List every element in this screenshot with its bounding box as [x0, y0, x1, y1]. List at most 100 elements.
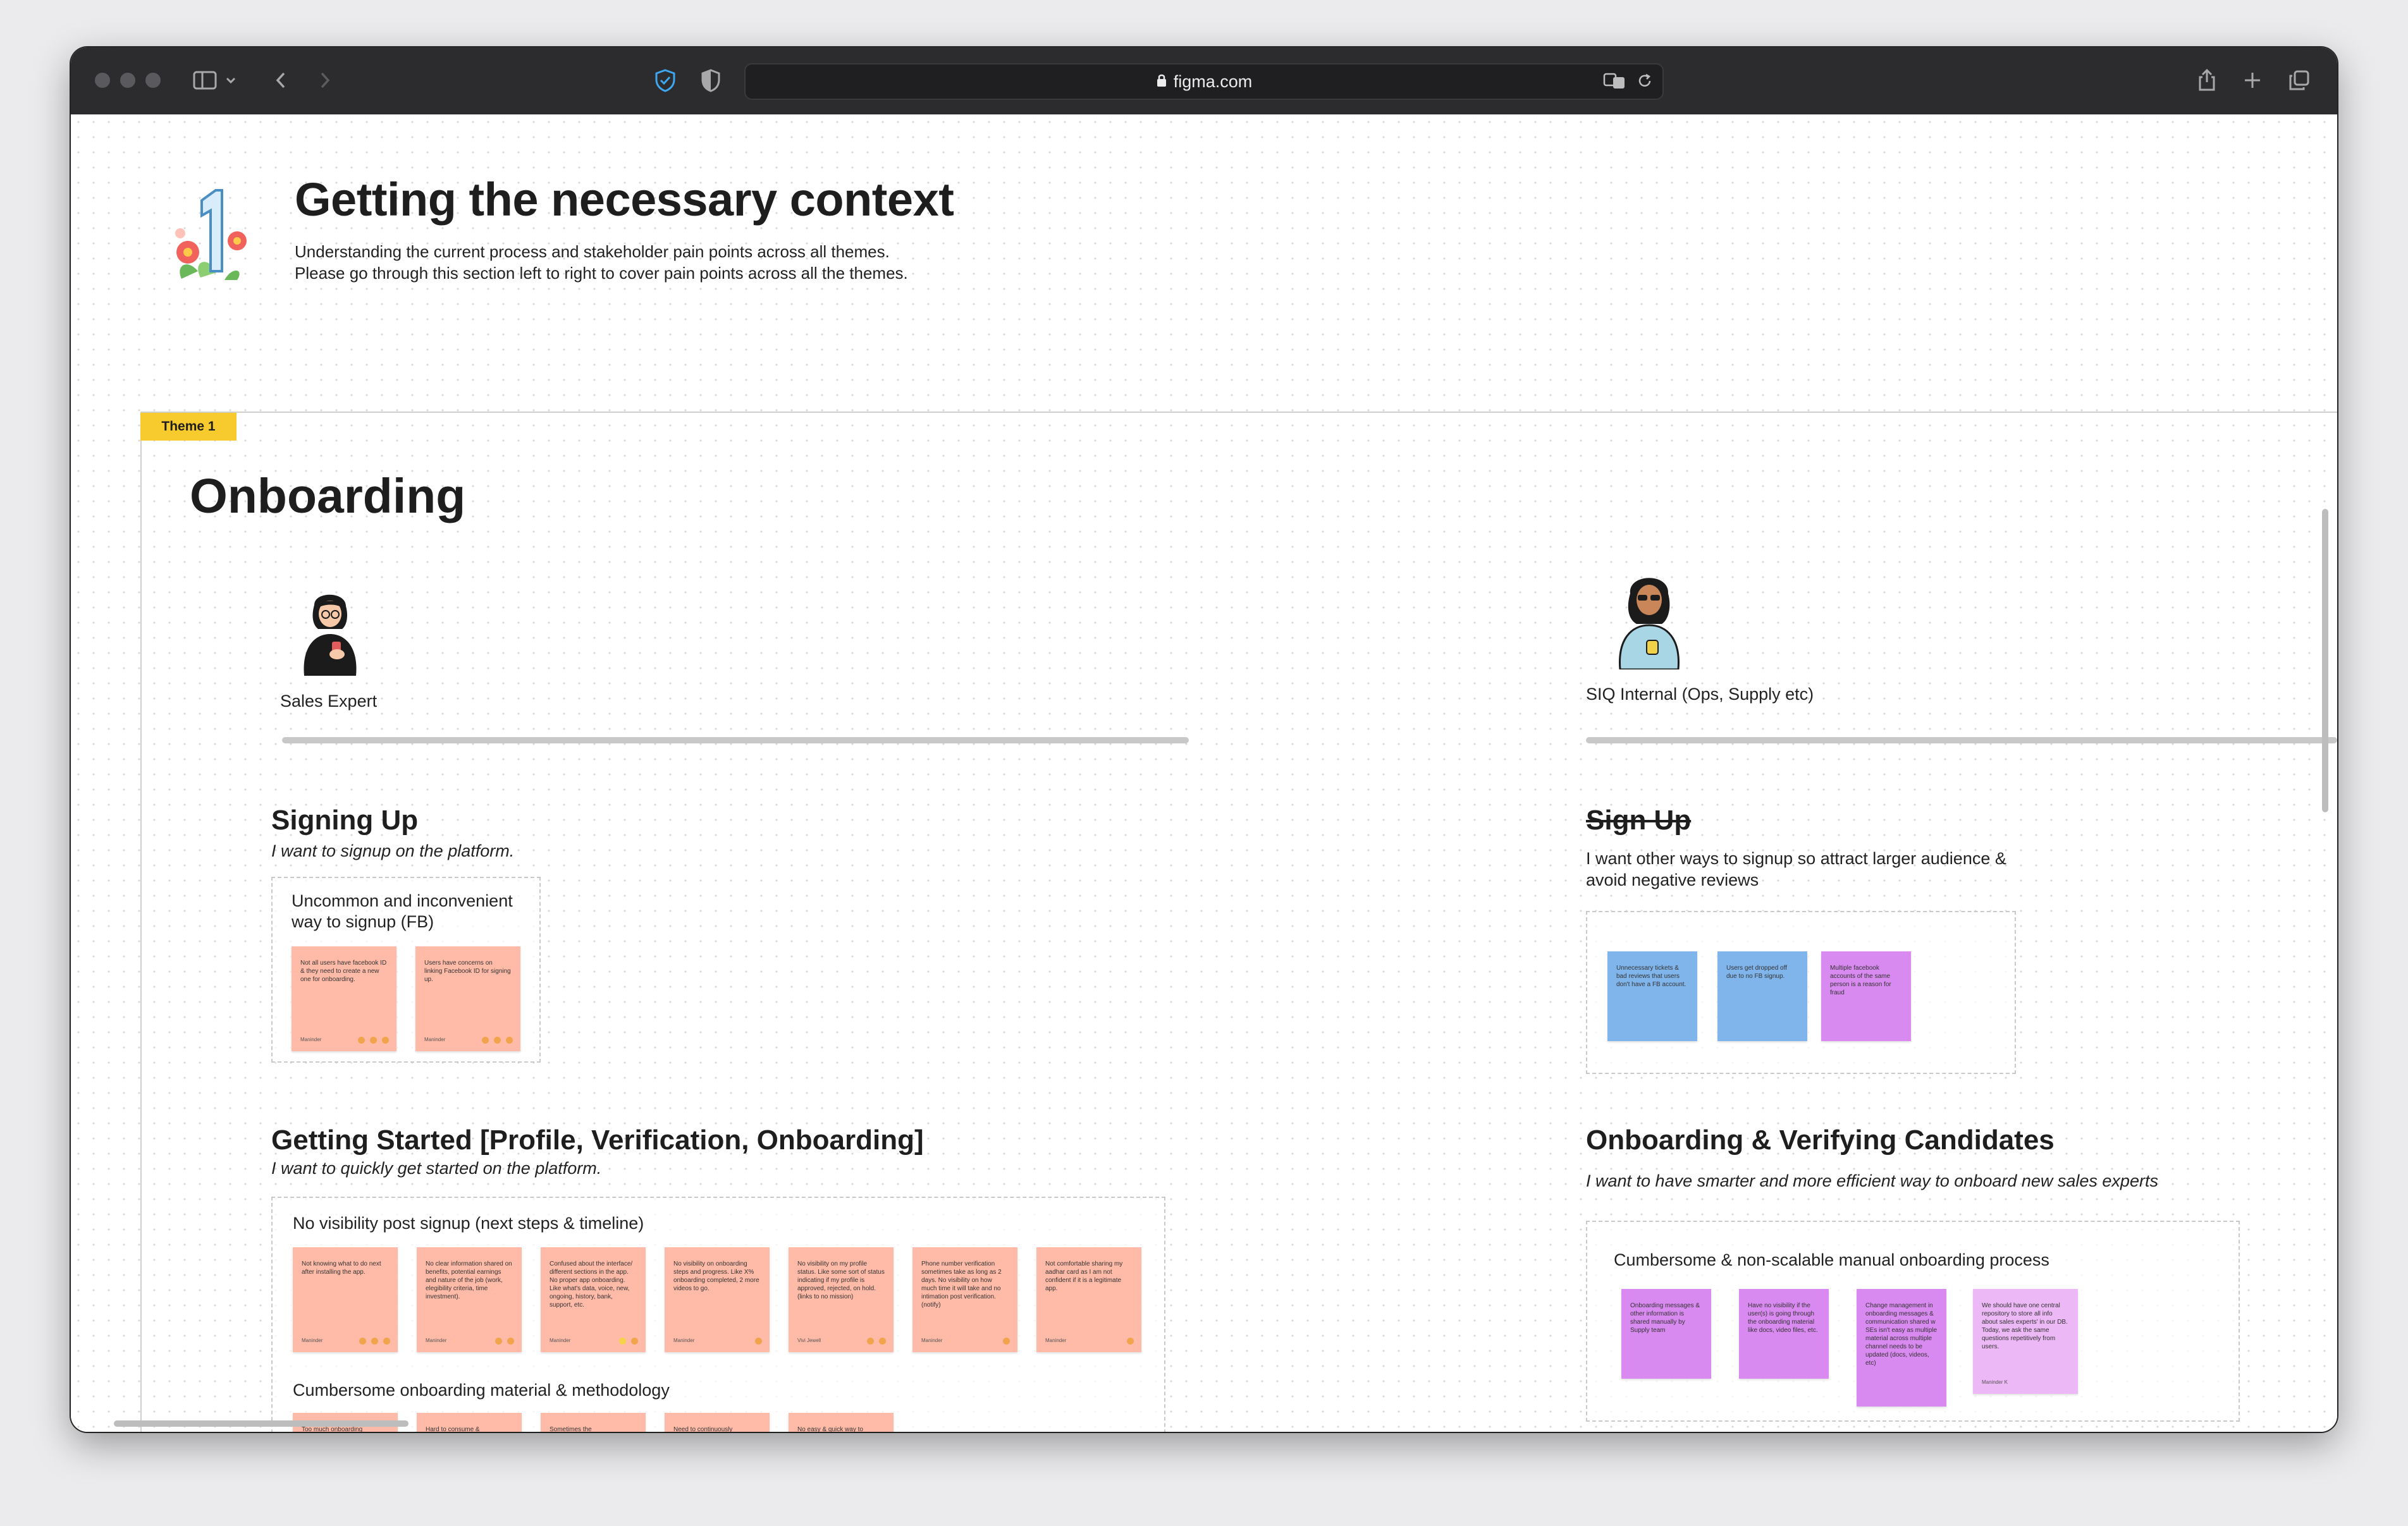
sticky-note-text: Sometimes the	[550, 1426, 592, 1432]
share-icon[interactable]	[2193, 66, 2221, 94]
sticky-note-text: Need to continuously	[673, 1426, 733, 1432]
tab-overview-icon[interactable]	[2285, 66, 2313, 94]
sticky-note[interactable]: Change management in onboarding messages…	[1857, 1289, 1946, 1407]
sticky-note[interactable]: Not comfortable sharing my aadhar card a…	[1036, 1247, 1141, 1352]
page-description-line-2: Please go through this section left to r…	[295, 264, 908, 283]
cluster-title: Cumbersome onboarding material & methodo…	[293, 1381, 670, 1400]
persona-label-siq-internal: SIQ Internal (Ops, Supply etc)	[1586, 685, 1814, 704]
sticky-note-text: Phone number verification sometimes take…	[921, 1260, 1002, 1309]
sticky-note[interactable]: Onboarding messages & other information …	[1621, 1289, 1711, 1379]
sticky-note[interactable]: Multiple facebook accounts of the same p…	[1821, 951, 1911, 1041]
reaction-dots	[755, 1338, 762, 1345]
minimize-window-button[interactable]	[120, 73, 135, 88]
sticky-note[interactable]: Sometimes the	[541, 1413, 646, 1432]
sticky-note[interactable]: Hard to consume &	[417, 1413, 522, 1432]
signing-up-subtitle: I want to signup on the platform.	[271, 841, 515, 860]
sticky-note-text: Not comfortable sharing my aadhar card a…	[1045, 1260, 1123, 1292]
sticky-note-text: Unnecessary tickets & bad reviews that u…	[1616, 965, 1686, 988]
sticky-note[interactable]: Users have concerns on linking Facebook …	[415, 946, 520, 1051]
reaction-dots	[359, 1338, 390, 1345]
getting-started-subtitle: I want to quickly get started on the pla…	[271, 1159, 602, 1178]
theme-frame-top-border	[140, 412, 2337, 413]
sign-up-heading: Sign Up	[1586, 805, 1692, 836]
page-title: Getting the necessary context	[295, 173, 954, 226]
sticky-note[interactable]: Phone number verification sometimes take…	[912, 1247, 1017, 1352]
sticky-note[interactable]: Unnecessary tickets & bad reviews that u…	[1607, 951, 1697, 1041]
sticky-note[interactable]: We should have one central repository to…	[1973, 1289, 2078, 1394]
sticky-note-text: Onboarding messages & other information …	[1630, 1302, 1700, 1334]
onboarding-verifying-subtitle: I want to have smarter and more efficien…	[1586, 1171, 2158, 1190]
theme-title: Onboarding	[190, 469, 466, 523]
zoom-window-button[interactable]	[145, 73, 161, 88]
close-window-button[interactable]	[95, 73, 110, 88]
sticky-note-text: We should have one central repository to…	[1982, 1302, 2068, 1350]
sticky-note-author: Maninder	[673, 1338, 695, 1343]
sticky-note-text: Users have concerns on linking Facebook …	[424, 960, 511, 983]
sticky-note-text: Not knowing what to do next after instal…	[302, 1260, 381, 1276]
signing-up-heading: Signing Up	[271, 805, 419, 836]
sticky-note[interactable]: Need to continuously	[665, 1413, 770, 1432]
address-bar[interactable]: figma.com	[744, 63, 1664, 100]
onboarding-verifying-heading: Onboarding & Verifying Candidates	[1586, 1125, 2055, 1156]
reaction-dots	[358, 1037, 389, 1044]
sales-expert-avatar	[295, 587, 365, 679]
sticky-note[interactable]: No clear information shared on benefits,…	[417, 1247, 522, 1352]
sticky-note-author: Maninder	[424, 1037, 446, 1042]
reaction-dots	[482, 1037, 513, 1044]
sticky-note[interactable]: No easy & quick way to	[789, 1413, 894, 1432]
sticky-note-author: Maninder	[921, 1338, 943, 1343]
sticky-note-text: No easy & quick way to	[797, 1426, 863, 1432]
sticky-note-text: Confused about the interface/ different …	[550, 1260, 633, 1309]
sticky-note-author: Maninder K	[1982, 1379, 2008, 1385]
sticky-note-text: Hard to consume &	[426, 1426, 480, 1432]
lock-icon	[1156, 72, 1167, 92]
forward-arrow-icon[interactable]	[311, 66, 339, 94]
sign-up-cluster[interactable]: Unnecessary tickets & bad reviews that u…	[1586, 911, 2016, 1074]
sticky-note-text: No visibility on my profile status. Like…	[797, 1260, 885, 1300]
back-arrow-icon[interactable]	[267, 66, 295, 94]
sticky-note-text: Have no visibility if the user(s) is goi…	[1748, 1302, 1818, 1334]
chevron-down-icon[interactable]	[221, 66, 240, 94]
sticky-note-text: No clear information shared on benefits,…	[426, 1260, 512, 1300]
cluster-title: Uncommon and inconvenient way to signup …	[292, 891, 513, 931]
url-text: figma.com	[1173, 71, 1253, 91]
sticky-note[interactable]: Confused about the interface/ different …	[541, 1247, 646, 1352]
sticky-note[interactable]: No visibility on my profile status. Like…	[789, 1247, 894, 1352]
persona-divider-left	[282, 737, 1189, 743]
getting-started-cluster[interactable]: No visibility post signup (next steps & …	[271, 1197, 1165, 1432]
signing-up-cluster[interactable]: Uncommon and inconvenient way to signup …	[271, 877, 541, 1063]
sticky-note-text: Change management in onboarding messages…	[1865, 1302, 1938, 1367]
theme-tag[interactable]: Theme 1	[140, 413, 236, 441]
sticky-note[interactable]: Not all users have facebook ID & they ne…	[292, 946, 396, 1051]
cluster-title: No visibility post signup (next steps & …	[293, 1214, 644, 1233]
number-one-flower-illustration: 1	[163, 183, 257, 287]
sticky-note-text: Not all users have facebook ID & they ne…	[300, 960, 387, 983]
privacy-shield-icon[interactable]	[651, 66, 679, 94]
browser-toolbar: figma.com	[71, 47, 2337, 114]
sticky-note-author: Maninder	[1045, 1338, 1067, 1343]
browser-window: figma.com Getting the necessary context …	[71, 47, 2337, 1432]
cluster-title: Cumbersome & non-scalable manual onboard…	[1614, 1250, 2049, 1269]
vertical-scrollbar[interactable]	[2322, 509, 2328, 812]
sticky-note-author: Maninder	[550, 1338, 571, 1343]
onboarding-verifying-cluster[interactable]: Cumbersome & non-scalable manual onboard…	[1586, 1221, 2240, 1422]
sticky-note[interactable]: Have no visibility if the user(s) is goi…	[1739, 1289, 1829, 1379]
persona-label-sales-expert: Sales Expert	[280, 692, 378, 711]
shield-half-icon[interactable]	[697, 66, 725, 94]
sticky-note[interactable]: No visibility on onboarding steps and pr…	[665, 1247, 770, 1352]
getting-started-heading: Getting Started [Profile, Verification, …	[271, 1125, 924, 1156]
sticky-note[interactable]: Users get dropped off due to no FB signu…	[1717, 951, 1807, 1041]
sticky-note-text: Multiple facebook accounts of the same p…	[1830, 965, 1891, 996]
reaction-dots	[1003, 1338, 1010, 1345]
sticky-note-author: Vivi Jewell	[797, 1338, 821, 1343]
sidebar-toggle-icon[interactable]	[191, 66, 219, 94]
siq-internal-avatar	[1609, 568, 1691, 673]
sticky-note[interactable]: Not knowing what to do next after instal…	[293, 1247, 398, 1352]
reload-icon[interactable]	[1636, 72, 1654, 94]
figma-canvas[interactable]: 1 Getting the necessary context Understa…	[71, 114, 2337, 1432]
horizontal-scrollbar[interactable]	[114, 1420, 408, 1427]
reaction-dots	[867, 1338, 886, 1345]
reaction-dots	[619, 1338, 638, 1345]
new-tab-icon[interactable]	[2239, 66, 2266, 94]
translate-icon[interactable]	[1603, 72, 1627, 94]
